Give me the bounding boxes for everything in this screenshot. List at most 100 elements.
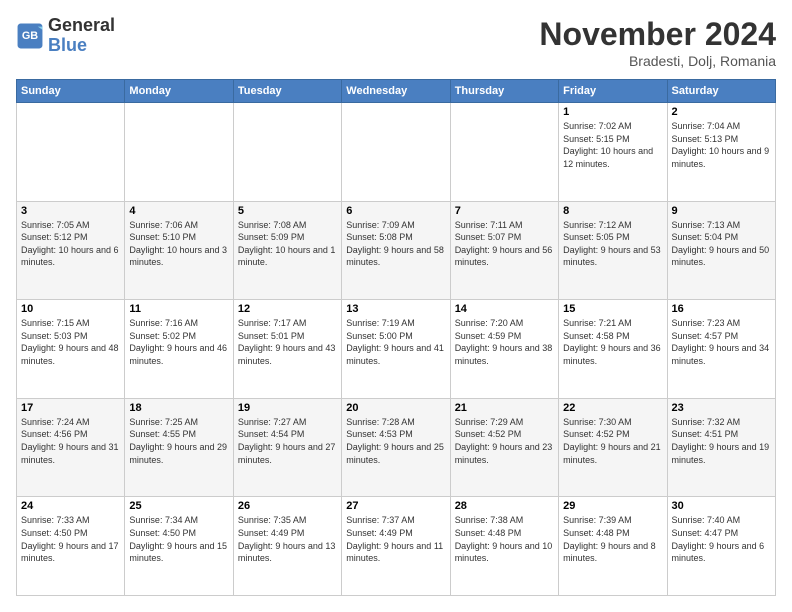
day-info: Sunrise: 7:27 AM Sunset: 4:54 PM Dayligh… [238, 416, 337, 466]
calendar-cell [125, 103, 233, 202]
day-info: Sunrise: 7:23 AM Sunset: 4:57 PM Dayligh… [672, 317, 771, 367]
day-number: 12 [238, 303, 337, 315]
day-info: Sunrise: 7:30 AM Sunset: 4:52 PM Dayligh… [563, 416, 662, 466]
day-info: Sunrise: 7:40 AM Sunset: 4:47 PM Dayligh… [672, 514, 771, 564]
day-number: 10 [21, 303, 120, 315]
day-number: 25 [129, 500, 228, 512]
day-number: 14 [455, 303, 554, 315]
calendar-cell: 14 Sunrise: 7:20 AM Sunset: 4:59 PM Dayli… [450, 300, 558, 399]
day-info: Sunrise: 7:28 AM Sunset: 4:53 PM Dayligh… [346, 416, 445, 466]
day-number: 16 [672, 303, 771, 315]
day-number: 13 [346, 303, 445, 315]
day-info: Sunrise: 7:19 AM Sunset: 5:00 PM Dayligh… [346, 317, 445, 367]
day-number: 5 [238, 205, 337, 217]
day-info: Sunrise: 7:11 AM Sunset: 5:07 PM Dayligh… [455, 219, 554, 269]
calendar-cell: 27Sunrise: 7:37 AM Sunset: 4:49 PM Dayli… [342, 497, 450, 596]
weekday-tuesday: Tuesday [233, 80, 341, 103]
location: Bradesti, Dolj, Romania [539, 53, 776, 69]
calendar-cell: 9 Sunrise: 7:13 AM Sunset: 5:04 PM Daylig… [667, 201, 775, 300]
day-number: 11 [129, 303, 228, 315]
calendar-cell [342, 103, 450, 202]
calendar-cell: 4 Sunrise: 7:06 AM Sunset: 5:10 PM Daylig… [125, 201, 233, 300]
day-info: Sunrise: 7:37 AM Sunset: 4:49 PM Dayligh… [346, 514, 445, 564]
logo-text: General Blue [48, 16, 115, 56]
month-title: November 2024 [539, 16, 776, 53]
day-info: Sunrise: 7:24 AM Sunset: 4:56 PM Dayligh… [21, 416, 120, 466]
calendar-cell: 7 Sunrise: 7:11 AM Sunset: 5:07 PM Daylig… [450, 201, 558, 300]
day-info: Sunrise: 7:13 AM Sunset: 5:04 PM Dayligh… [672, 219, 771, 269]
title-section: November 2024 Bradesti, Dolj, Romania [539, 16, 776, 69]
calendar-cell: 23 Sunrise: 7:32 AM Sunset: 4:51 PM Dayli… [667, 398, 775, 497]
day-number: 29 [563, 500, 662, 512]
calendar-cell: 18 Sunrise: 7:25 AM Sunset: 4:55 PM Dayli… [125, 398, 233, 497]
day-number: 6 [346, 205, 445, 217]
calendar-cell: 10 Sunrise: 7:15 AM Sunset: 5:03 PM Dayli… [17, 300, 125, 399]
day-number: 21 [455, 402, 554, 414]
day-info: Sunrise: 7:15 AM Sunset: 5:03 PM Dayligh… [21, 317, 120, 367]
calendar-cell: 8 Sunrise: 7:12 AM Sunset: 5:05 PM Daylig… [559, 201, 667, 300]
calendar-cell: 15 Sunrise: 7:21 AM Sunset: 4:58 PM Dayli… [559, 300, 667, 399]
calendar-body: 1Sunrise: 7:02 AM Sunset: 5:15 PM Daylig… [17, 103, 776, 596]
calendar-cell: 16 Sunrise: 7:23 AM Sunset: 4:57 PM Dayli… [667, 300, 775, 399]
calendar-week-2: 3Sunrise: 7:05 AM Sunset: 5:12 PM Daylig… [17, 201, 776, 300]
calendar-cell: 21 Sunrise: 7:29 AM Sunset: 4:52 PM Dayli… [450, 398, 558, 497]
day-number: 9 [672, 205, 771, 217]
day-info: Sunrise: 7:20 AM Sunset: 4:59 PM Dayligh… [455, 317, 554, 367]
calendar-cell: 26Sunrise: 7:35 AM Sunset: 4:49 PM Dayli… [233, 497, 341, 596]
calendar-cell: 19 Sunrise: 7:27 AM Sunset: 4:54 PM Dayli… [233, 398, 341, 497]
day-number: 7 [455, 205, 554, 217]
calendar-week-5: 24 Sunrise: 7:33 AM Sunset: 4:50 PM Dayli… [17, 497, 776, 596]
day-info: Sunrise: 7:16 AM Sunset: 5:02 PM Dayligh… [129, 317, 228, 367]
day-number: 28 [455, 500, 554, 512]
day-number: 3 [21, 205, 120, 217]
day-info: Sunrise: 7:25 AM Sunset: 4:55 PM Dayligh… [129, 416, 228, 466]
calendar-cell: 22 Sunrise: 7:30 AM Sunset: 4:52 PM Dayli… [559, 398, 667, 497]
calendar-cell: 13 Sunrise: 7:19 AM Sunset: 5:00 PM Dayli… [342, 300, 450, 399]
day-info: Sunrise: 7:09 AM Sunset: 5:08 PM Dayligh… [346, 219, 445, 269]
day-info: Sunrise: 7:12 AM Sunset: 5:05 PM Dayligh… [563, 219, 662, 269]
weekday-wednesday: Wednesday [342, 80, 450, 103]
weekday-saturday: Saturday [667, 80, 775, 103]
logo-icon: GB [16, 22, 44, 50]
calendar-cell: 24 Sunrise: 7:33 AM Sunset: 4:50 PM Dayli… [17, 497, 125, 596]
calendar-week-1: 1Sunrise: 7:02 AM Sunset: 5:15 PM Daylig… [17, 103, 776, 202]
day-number: 8 [563, 205, 662, 217]
day-info: Sunrise: 7:34 AM Sunset: 4:50 PM Dayligh… [129, 514, 228, 564]
day-info: Sunrise: 7:02 AM Sunset: 5:15 PM Dayligh… [563, 120, 662, 170]
calendar-cell: 29 Sunrise: 7:39 AM Sunset: 4:48 PM Dayli… [559, 497, 667, 596]
day-info: Sunrise: 7:32 AM Sunset: 4:51 PM Dayligh… [672, 416, 771, 466]
calendar-cell: 6 Sunrise: 7:09 AM Sunset: 5:08 PM Daylig… [342, 201, 450, 300]
calendar-cell [17, 103, 125, 202]
calendar-cell: 28 Sunrise: 7:38 AM Sunset: 4:48 PM Dayli… [450, 497, 558, 596]
day-number: 24 [21, 500, 120, 512]
day-info: Sunrise: 7:04 AM Sunset: 5:13 PM Dayligh… [672, 120, 771, 170]
weekday-sunday: Sunday [17, 80, 125, 103]
weekday-friday: Friday [559, 80, 667, 103]
weekday-monday: Monday [125, 80, 233, 103]
calendar-cell: 20 Sunrise: 7:28 AM Sunset: 4:53 PM Dayli… [342, 398, 450, 497]
day-info: Sunrise: 7:21 AM Sunset: 4:58 PM Dayligh… [563, 317, 662, 367]
day-info: Sunrise: 7:38 AM Sunset: 4:48 PM Dayligh… [455, 514, 554, 564]
weekday-header-row: SundayMondayTuesdayWednesdayThursdayFrid… [17, 80, 776, 103]
day-number: 30 [672, 500, 771, 512]
day-info: Sunrise: 7:33 AM Sunset: 4:50 PM Dayligh… [21, 514, 120, 564]
day-number: 15 [563, 303, 662, 315]
calendar-cell: 11 Sunrise: 7:16 AM Sunset: 5:02 PM Dayli… [125, 300, 233, 399]
day-info: Sunrise: 7:29 AM Sunset: 4:52 PM Dayligh… [455, 416, 554, 466]
day-info: Sunrise: 7:39 AM Sunset: 4:48 PM Dayligh… [563, 514, 662, 564]
page-header: GB General Blue November 2024 Bradesti, … [16, 16, 776, 69]
day-number: 4 [129, 205, 228, 217]
day-number: 17 [21, 402, 120, 414]
day-info: Sunrise: 7:17 AM Sunset: 5:01 PM Dayligh… [238, 317, 337, 367]
day-info: Sunrise: 7:06 AM Sunset: 5:10 PM Dayligh… [129, 219, 228, 269]
calendar-table: SundayMondayTuesdayWednesdayThursdayFrid… [16, 79, 776, 596]
calendar-week-3: 10 Sunrise: 7:15 AM Sunset: 5:03 PM Dayli… [17, 300, 776, 399]
day-number: 22 [563, 402, 662, 414]
day-number: 18 [129, 402, 228, 414]
calendar-cell: 1Sunrise: 7:02 AM Sunset: 5:15 PM Daylig… [559, 103, 667, 202]
day-number: 20 [346, 402, 445, 414]
calendar-cell [450, 103, 558, 202]
day-number: 19 [238, 402, 337, 414]
day-number: 23 [672, 402, 771, 414]
calendar-cell: 3Sunrise: 7:05 AM Sunset: 5:12 PM Daylig… [17, 201, 125, 300]
